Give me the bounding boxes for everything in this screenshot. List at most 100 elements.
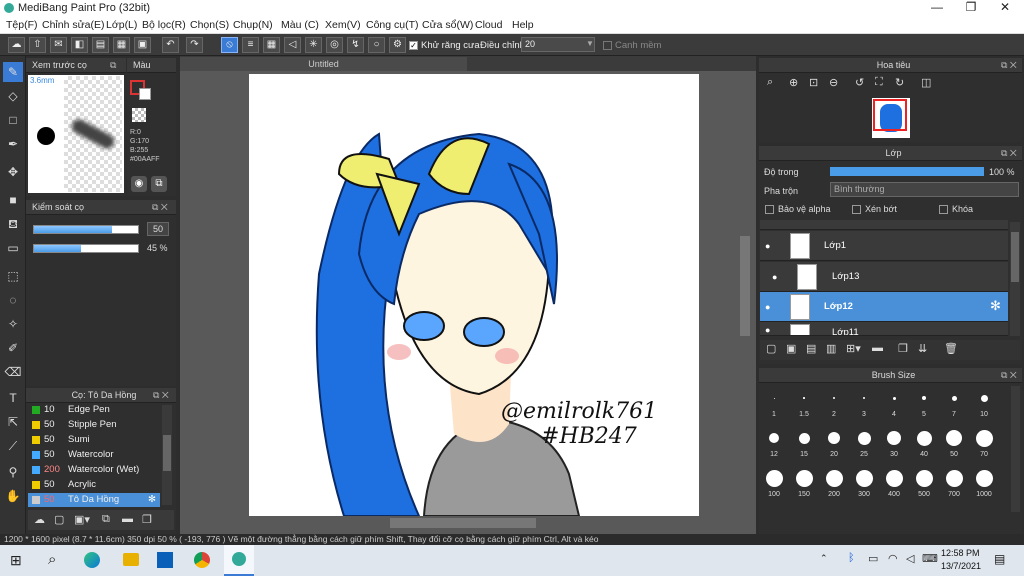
minimize-icon[interactable]: — [920,0,954,17]
duplicate-layer-icon[interactable]: ❐ [898,342,908,355]
brush-size-dot[interactable] [922,396,926,400]
rect-tool-icon[interactable]: □ [3,110,23,130]
brush-size-dot[interactable] [975,429,993,447]
edge-icon[interactable] [84,552,100,568]
brush-size-dot[interactable] [769,433,779,443]
brush-size-dot[interactable] [825,469,843,487]
doc-tab[interactable]: Untitled [180,57,467,71]
clip-checkbox[interactable] [852,205,861,214]
adjust-select[interactable]: 20 [521,37,595,52]
eye-icon[interactable]: ● [765,302,770,312]
select-pen-icon[interactable]: ✐ [3,338,23,358]
list-item-selected[interactable]: 50 Tô Da Hồng ✻ [28,493,160,507]
brush-size-dot[interactable] [855,469,873,487]
new-1bit-layer-icon[interactable]: ▥ [826,342,836,355]
undock-icon[interactable]: ⧉ ✕ [1001,148,1017,159]
rotate-right-icon[interactable]: ↻ [895,76,904,89]
brush-size-dot[interactable] [857,431,871,445]
menu-edit[interactable]: Chỉnh sửa(E) [42,19,104,31]
brush-size-dot[interactable] [945,469,963,487]
file-explorer-icon[interactable] [123,553,139,566]
gradient-tool-icon[interactable]: ▭ [3,238,23,258]
brush-size-slider[interactable] [33,225,139,234]
redo-icon[interactable]: ↷ [186,37,203,53]
gear-icon[interactable]: ✻ [990,298,1001,314]
brush-size-dot[interactable] [828,432,840,444]
layer-row[interactable]: ● Lớp1 [760,231,1008,261]
undock-icon[interactable]: ⧉ ✕ [1001,60,1017,71]
navigator-thumbnail[interactable] [872,98,910,138]
layer-opacity-slider[interactable] [830,167,984,176]
snap-soft-checkbox[interactable] [603,41,612,50]
brush-size-dot[interactable] [765,469,783,487]
brush-size-dot[interactable] [892,396,896,400]
snap-radial-icon[interactable]: ✳ [305,37,322,53]
undock-icon[interactable]: ⧉ ✕ [153,390,169,401]
chat-icon[interactable]: ✉ [50,37,67,53]
eraser-tool-icon[interactable]: ◇ [3,86,23,106]
windows-start-icon[interactable]: ⊞ [10,552,22,569]
menu-file[interactable]: Tệp(F) [6,19,38,31]
menu-cloud[interactable]: Cloud [475,19,502,31]
undock-icon[interactable]: ⧉ ✕ [1001,370,1017,381]
duplicate-icon[interactable]: ⧉ [102,513,110,526]
close-icon[interactable]: ✕ [988,0,1022,17]
volume-icon[interactable]: ◁ [906,552,914,565]
bluetooth-icon[interactable]: ᛒ [848,552,855,564]
brush-size-value[interactable]: 50 [147,222,169,236]
dropper-tool-icon[interactable]: ⟋ [3,436,23,456]
undock-icon[interactable]: ⧉ ✕ [152,202,168,213]
brush-size-dot[interactable] [795,469,813,487]
snap-settings-icon[interactable]: ⚙ [389,37,406,53]
operation-tool-icon[interactable]: ⇱ [3,412,23,432]
transparent-swatch[interactable] [132,108,146,122]
brush-size-dot[interactable] [885,469,903,487]
select-eraser-icon[interactable]: ⌫ [3,362,23,382]
new-brush-icon[interactable]: ▢ [54,513,64,526]
hand-tool-icon[interactable]: ✋ [3,486,23,506]
bucket-tool-icon[interactable]: ⛾ [3,214,23,234]
menu-capture[interactable]: Chụp(N) [233,19,273,31]
menu-view[interactable]: Xem(V) [325,19,361,31]
menu-select[interactable]: Chọn(S) [190,19,229,31]
new-layer-icon[interactable]: ▢ [766,342,776,355]
menu-layer[interactable]: Lớp(L) [106,19,137,31]
blend-select[interactable]: Bình thường [830,182,1019,197]
medibang-task-icon[interactable] [224,545,254,576]
menu-help[interactable]: Help [512,19,534,31]
cloud-icon[interactable]: ☁ [8,37,25,53]
grid-icon[interactable]: ▦ [113,37,130,53]
new-8bit-layer-icon[interactable]: ▤ [806,342,816,355]
clock-date[interactable]: 13/7/2021 [941,561,981,571]
search-icon[interactable]: ⌕ [48,551,56,568]
zoom-icon[interactable]: ⌕ [767,76,773,89]
palette-icon[interactable]: ◉ [131,176,147,192]
text-tool-icon[interactable]: T [3,388,23,408]
notifications-icon[interactable]: ▤ [994,552,1005,566]
merge-layer-icon[interactable]: ⇊ [918,342,927,355]
wifi-icon[interactable]: ◠ [888,552,898,565]
folder-icon[interactable]: ▬ [872,342,883,354]
pen-tool-icon[interactable]: ✒ [3,134,23,154]
doc-icon[interactable]: ▤ [92,37,109,53]
layer-row-selected[interactable]: ● Lớp12 ✻ [760,292,1008,322]
maximize-icon[interactable]: ❐ [954,0,988,17]
brush-size-dot[interactable] [916,430,932,446]
menu-filter[interactable]: Bộ lọc(R) [142,19,186,31]
brush-size-dot[interactable] [980,394,988,402]
lasso-tool-icon[interactable]: ◌ [3,290,23,310]
fill-rect-tool-icon[interactable]: ■ [3,190,23,210]
list-item[interactable]: 10 Edge Pen [28,403,160,417]
eye-icon[interactable]: ● [765,325,770,335]
add-layer-menu-icon[interactable]: ⊞▾ [846,342,861,355]
eyedropper-icon[interactable]: ⚲ [3,462,23,482]
magic-wand-icon[interactable]: ✧ [3,314,23,334]
antialias-checkbox[interactable]: ✓ [409,41,418,50]
brush-tool-icon[interactable]: ✎ [3,62,23,82]
menu-window[interactable]: Cửa sổ(W) [422,19,473,31]
chrome-icon[interactable] [194,552,210,568]
clock-time[interactable]: 12:58 PM [941,548,980,558]
canvas-area[interactable]: Untitled @emilrolk761 #HB247 [180,56,756,534]
vertical-scrollbar[interactable] [740,236,750,336]
eye-icon[interactable]: ● [772,272,777,282]
